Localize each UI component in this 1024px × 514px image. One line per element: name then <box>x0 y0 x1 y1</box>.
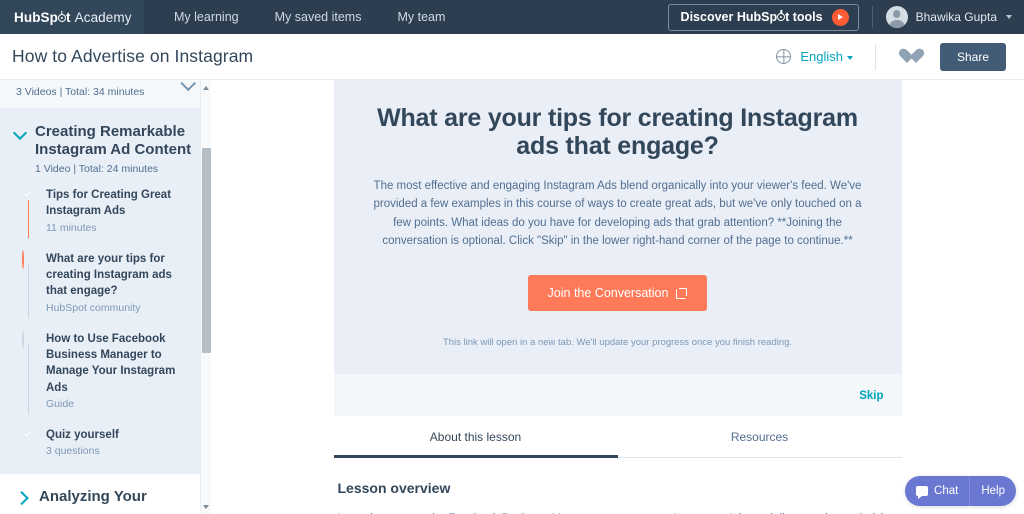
sidebar-section-title: Creating Remarkable Instagram Ad Content <box>35 123 192 158</box>
timeline-marker-column <box>22 249 35 318</box>
top-navigation-bar: HubSp t Academy My learning My saved item… <box>0 0 1024 39</box>
brand-logo-text: HubSp t Academy <box>14 10 132 25</box>
user-menu[interactable]: Bhawika Gupta <box>885 6 1012 28</box>
list-item-body: Tips for Creating Great Instagram Ads 11… <box>46 187 195 234</box>
list-item-subtitle: Guide <box>46 397 75 410</box>
subheader-divider <box>874 43 876 70</box>
sprocket-icon <box>58 13 66 22</box>
lesson-description: The most effective and engaging Instagra… <box>373 179 862 248</box>
sidebar-section-next-title: Analyzing Your <box>39 488 147 506</box>
brand-logo[interactable]: HubSp t Academy <box>0 0 144 39</box>
cta-container: Join the Conversation <box>366 275 870 311</box>
skip-link[interactable]: Skip <box>859 390 883 402</box>
favorite-heart-icon[interactable] <box>898 48 916 65</box>
share-button[interactable]: Share <box>939 42 1006 71</box>
chat-help-widget: Chat Help <box>905 476 1016 506</box>
status-incomplete-icon <box>22 329 24 349</box>
discover-hubspot-tools-button[interactable]: Discover HubSp t tools <box>667 3 859 31</box>
lesson-overview-section: Lesson overview Learn how to use the Fac… <box>334 458 902 514</box>
nav-divider <box>871 6 873 28</box>
sidebar-section-header[interactable]: Creating Remarkable Instagram Ad Content <box>14 123 195 159</box>
help-label: Help <box>981 485 1005 497</box>
brand-name-part1: HubSp <box>14 9 58 25</box>
tab-about-this-lesson[interactable]: About this lesson <box>333 416 618 458</box>
tab-resources[interactable]: Resources <box>618 416 902 457</box>
chat-bubble-icon <box>916 486 929 499</box>
chevron-up-icon[interactable] <box>182 80 195 88</box>
content-column: What are your tips for creating Instagra… <box>333 80 902 514</box>
timeline-connector <box>28 343 30 414</box>
chat-label: Chat <box>934 485 959 497</box>
nav-right-group: Discover HubSp t tools Bhawika Gupta <box>667 0 1024 34</box>
play-icon <box>831 8 849 26</box>
list-item-subtitle: HubSpot community <box>46 301 141 314</box>
help-button[interactable]: Help <box>969 476 1016 506</box>
discover-label-part1: Discover HubSp <box>680 10 778 24</box>
lesson-prompt-card: What are your tips for creating Instagra… <box>333 80 902 374</box>
nav-item-my-team[interactable]: My team <box>379 0 463 34</box>
page-title: How to Advertise on Instagram <box>12 46 254 66</box>
chevron-right-icon[interactable] <box>16 491 28 503</box>
sidebar-section-active: Creating Remarkable Instagram Ad Content… <box>0 109 211 474</box>
list-item-body: Quiz yourself 3 questions <box>46 427 119 457</box>
sidebar-section-next[interactable]: Analyzing Your <box>0 473 211 514</box>
list-item[interactable]: Quiz yourself 3 questions <box>22 427 195 457</box>
sidebar-section-previous[interactable]: 3 Videos | Total: 34 minutes <box>0 80 211 109</box>
timeline-marker-column <box>22 187 35 238</box>
scroll-up-arrow-icon[interactable] <box>201 82 211 93</box>
timeline-connector <box>28 200 30 238</box>
chevron-down-icon[interactable] <box>14 127 26 139</box>
list-item-title: What are your tips for creating Instagra… <box>46 252 172 298</box>
nav-item-my-learning[interactable]: My learning <box>156 0 257 34</box>
timeline-marker-column <box>22 427 35 457</box>
sidebar-scrollbar[interactable] <box>200 80 211 514</box>
join-the-conversation-button[interactable]: Join the Conversation <box>527 275 708 311</box>
discover-label-part2: t tools <box>785 10 823 24</box>
lesson-timeline: Tips for Creating Great Instagram Ads 11… <box>22 187 195 457</box>
chevron-down-icon <box>1006 15 1012 19</box>
timeline-marker-column <box>22 329 35 414</box>
list-item-body: What are your tips for creating Instagra… <box>46 251 195 314</box>
user-name-label: Bhawika Gupta <box>915 10 997 24</box>
scrollbar-thumb[interactable] <box>202 148 211 353</box>
lesson-content-panel: What are your tips for creating Instagra… <box>211 80 1024 514</box>
scroll-down-arrow-icon[interactable] <box>201 501 211 512</box>
lesson-heading: What are your tips for creating Instagra… <box>377 104 858 161</box>
subheader-actions: English Share <box>776 42 1006 71</box>
chevron-down-icon <box>846 55 853 60</box>
brand-academy-label: Academy <box>74 9 132 25</box>
cta-note: This link will open in a new tab. We'll … <box>442 337 793 348</box>
chat-button[interactable]: Chat <box>905 476 969 506</box>
timeline-connector <box>28 263 30 318</box>
sidebar-section-meta: 1 Video | Total: 24 minutes <box>35 163 159 175</box>
sidebar-section-previous-meta: 3 Videos | Total: 34 minutes <box>16 86 145 98</box>
list-item[interactable]: What are your tips for creating Instagra… <box>22 249 195 331</box>
language-selector[interactable]: English <box>800 49 853 64</box>
lesson-tabs: About this lesson Resources <box>333 416 902 458</box>
list-item-subtitle: 3 questions <box>46 445 100 458</box>
lesson-overview-body: Learn how to use the Facebook Business M… <box>338 510 898 514</box>
globe-icon <box>776 49 792 64</box>
list-item[interactable]: Tips for Creating Great Instagram Ads 11… <box>22 187 195 251</box>
status-current-icon <box>22 249 24 269</box>
course-sidebar: 3 Videos | Total: 34 minutes Creating Re… <box>0 80 211 514</box>
list-item-body: How to Use Facebook Business Manager to … <box>46 331 195 410</box>
cta-label: Join the Conversation <box>547 286 669 300</box>
list-item[interactable]: How to Use Facebook Business Manager to … <box>22 329 195 427</box>
nav-item-my-saved-items[interactable]: My saved items <box>257 0 380 34</box>
language-label: English <box>800 49 843 64</box>
list-item-title: How to Use Facebook Business Manager to … <box>46 332 176 394</box>
skip-bar: Skip <box>333 374 902 416</box>
brand-name-part2: t <box>66 9 71 25</box>
list-item-title: Quiz yourself <box>46 428 119 441</box>
lesson-overview-title: Lesson overview <box>337 480 451 496</box>
list-item-subtitle: 11 minutes <box>46 221 97 234</box>
course-subheader: How to Advertise on Instagram English Sh… <box>0 34 1024 80</box>
list-item-title: Tips for Creating Great Instagram Ads <box>46 189 172 218</box>
primary-nav-links: My learning My saved items My team <box>156 0 463 34</box>
main-area: 3 Videos | Total: 34 minutes Creating Re… <box>0 80 1024 514</box>
sprocket-icon-small <box>777 13 786 21</box>
avatar <box>885 6 908 28</box>
external-link-icon <box>676 287 688 299</box>
